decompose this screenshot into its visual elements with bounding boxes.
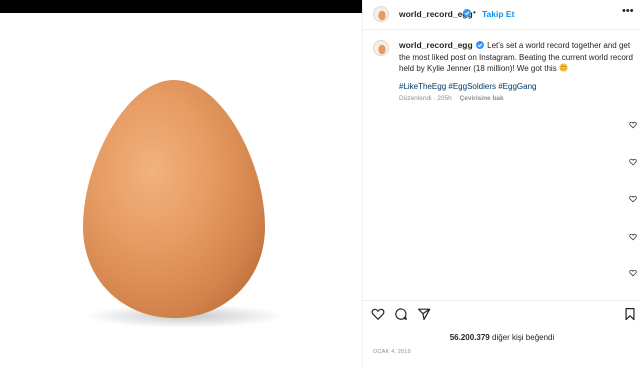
author-username[interactable]: world_record_egg bbox=[399, 9, 473, 19]
author-avatar[interactable] bbox=[373, 6, 389, 22]
caption-username[interactable]: world_record_egg bbox=[399, 40, 473, 50]
follow-button[interactable]: Takip Et bbox=[482, 9, 514, 19]
caption-avatar[interactable] bbox=[373, 40, 389, 56]
likes-count: 56.200.379 bbox=[449, 333, 490, 342]
heart-icon[interactable] bbox=[371, 307, 385, 321]
comment-like-heart-icon[interactable] bbox=[629, 269, 637, 277]
verified-badge-icon bbox=[475, 41, 484, 49]
see-translation-link[interactable]: Çevirisine bak bbox=[460, 95, 504, 102]
header-separator: • bbox=[473, 8, 476, 17]
comment-like-heart-icon[interactable] bbox=[629, 233, 637, 241]
egg-avatar-icon bbox=[378, 10, 386, 21]
top-bar-strip bbox=[0, 0, 362, 13]
hashtag-link[interactable]: #EggSoldiers bbox=[448, 82, 496, 91]
verified-badge-icon bbox=[463, 9, 471, 17]
hashtag-link[interactable]: #EggGang bbox=[498, 82, 536, 91]
hands-over-mouth-emoji-icon bbox=[559, 63, 568, 72]
likes-suffix: diğer kişi beğendi bbox=[492, 333, 555, 342]
comment-like-heart-icon[interactable] bbox=[629, 121, 637, 129]
comment-like-heart-icon[interactable] bbox=[629, 195, 637, 203]
post-sidebar: world_record_egg • Takip Et ••• world_re… bbox=[362, 0, 640, 367]
caption-meta: Düzenlendi · 205h Çevirisine bak bbox=[399, 95, 504, 102]
post-image[interactable] bbox=[0, 13, 362, 367]
post-date: Ocak 4, 2019 bbox=[373, 349, 411, 355]
edited-time: Düzenlendi · 205h bbox=[399, 95, 452, 102]
bookmark-icon[interactable] bbox=[623, 307, 637, 321]
hashtags: #LikeTheEgg #EggSoldiers #EggGang bbox=[399, 82, 536, 91]
comment-icon[interactable] bbox=[394, 307, 408, 321]
caption-text: world_record_egg Let's set a world recor… bbox=[399, 40, 635, 75]
egg-avatar-icon bbox=[378, 44, 386, 55]
send-icon[interactable] bbox=[417, 307, 431, 321]
likes-summary[interactable]: 56.200.379 diğer kişi beğendi bbox=[363, 333, 640, 342]
post-actions: 56.200.379 diğer kişi beğendi Ocak 4, 20… bbox=[363, 300, 640, 367]
egg-photo bbox=[83, 80, 285, 328]
more-options-icon[interactable]: ••• bbox=[622, 5, 634, 17]
post-header: world_record_egg • Takip Et ••• bbox=[363, 0, 640, 30]
hashtag-link[interactable]: #LikeTheEgg bbox=[399, 82, 446, 91]
comment-like-heart-icon[interactable] bbox=[629, 158, 637, 166]
